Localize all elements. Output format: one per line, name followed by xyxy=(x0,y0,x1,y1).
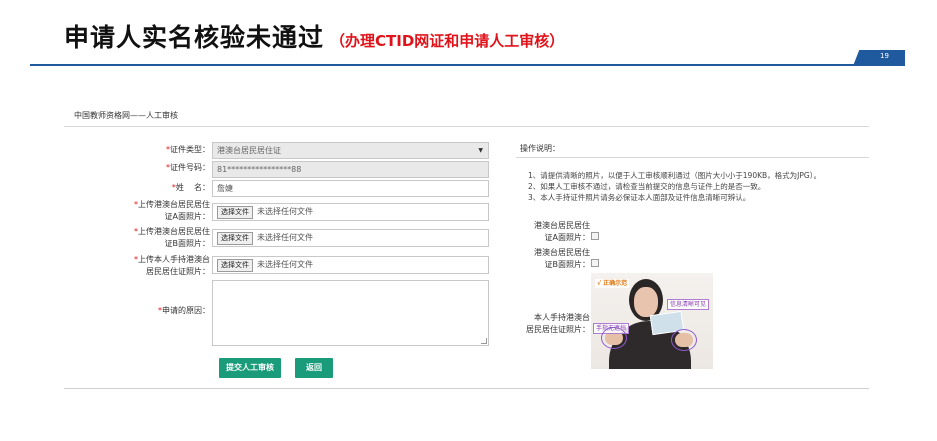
broken-image-icon xyxy=(591,259,599,267)
no-file-text-back: 未选择任何文件 xyxy=(257,233,313,242)
sample-tag-ok: √ 正确示范 xyxy=(595,279,630,288)
sample-handheld-label: 本人手持港澳台 居民居住证照片： xyxy=(526,313,590,334)
instruction-item: 2、如果人工审核不通过，请检查当前提交的信息与证件上的是否一致。 xyxy=(528,182,766,191)
name-field[interactable]: 詹婕 xyxy=(212,180,489,197)
name-label: *姓 名： xyxy=(171,183,210,192)
upload-back-label: *上传港澳台居民居住 证B面照片： xyxy=(134,227,210,248)
slide-title: 申请人实名核验未通过 （办理CTID网证和申请人工审核） xyxy=(64,18,564,54)
instruction-item: 1、请提供清晰的照片，以便于人工审核顺利通过（图片大小小于190KB，格式为JP… xyxy=(528,171,821,180)
upload-front-input[interactable]: 选择文件 未选择任何文件 xyxy=(212,203,489,221)
breadcrumb-divider xyxy=(64,126,869,127)
reason-textarea[interactable] xyxy=(212,280,489,346)
sample-front-label: 港澳台居民居住 证A面照片： xyxy=(534,221,590,242)
slide-title-subtitle: （办理CTID网证和申请人工审核） xyxy=(330,32,565,50)
chevron-down-icon: ▼ xyxy=(478,147,483,154)
no-file-text-front: 未选择任何文件 xyxy=(257,207,313,216)
instructions-divider xyxy=(516,157,869,158)
handheld-sample-photo: √ 正确示范 信息清晰可见 手指无遮挡 xyxy=(591,273,713,369)
upload-handheld-label: *上传本人手持港澳台 居民居住证照片： xyxy=(134,255,210,276)
back-button[interactable]: 返回 xyxy=(295,358,333,378)
broken-image-icon xyxy=(591,232,599,240)
slide-title-main: 申请人实名核验未通过 xyxy=(64,23,325,52)
id-number-field: 81****************88 xyxy=(212,161,489,178)
choose-file-button-front[interactable]: 选择文件 xyxy=(217,206,253,219)
id-number-label: *证件号码： xyxy=(166,163,210,172)
submit-review-button[interactable]: 提交人工审核 xyxy=(219,358,281,378)
title-divider xyxy=(30,64,875,66)
id-type-label: *证件类型： xyxy=(166,145,210,154)
id-type-value: 港澳台居民居住证 xyxy=(217,146,281,155)
no-file-text-handheld: 未选择任何文件 xyxy=(257,260,313,269)
upload-back-input[interactable]: 选择文件 未选择任何文件 xyxy=(212,229,489,247)
upload-handheld-input[interactable]: 选择文件 未选择任何文件 xyxy=(212,256,489,274)
id-number-value: 81****************88 xyxy=(217,165,302,174)
sample-back-label: 港澳台居民居住 证B面照片： xyxy=(534,248,590,269)
bottom-divider xyxy=(64,388,869,389)
page-number: 19 xyxy=(880,52,889,60)
sample-tag-info: 信息清晰可见 xyxy=(667,299,710,310)
breadcrumb[interactable]: 中国教师资格网——人工审核 xyxy=(74,110,178,121)
id-type-select[interactable]: 港澳台居民居住证 ▼ xyxy=(212,142,489,159)
upload-front-label: *上传港澳台居民居住 证A面照片： xyxy=(134,200,210,221)
instructions-list: 1、请提供清晰的照片，以便于人工审核顺利通过（图片大小小于190KB，格式为JP… xyxy=(528,170,821,203)
reason-label: *申请的原因： xyxy=(158,306,210,315)
highlight-circle xyxy=(671,329,697,351)
instruction-item: 3、本人手持证件照片请务必保证本人面部及证件信息清晰可辨认。 xyxy=(528,193,751,202)
resize-grip-icon[interactable] xyxy=(481,338,487,344)
instructions-title: 操作说明： xyxy=(520,144,560,153)
highlight-circle xyxy=(601,327,627,349)
name-value: 詹婕 xyxy=(217,184,233,193)
choose-file-button-handheld[interactable]: 选择文件 xyxy=(217,259,253,272)
choose-file-button-back[interactable]: 选择文件 xyxy=(217,232,253,245)
